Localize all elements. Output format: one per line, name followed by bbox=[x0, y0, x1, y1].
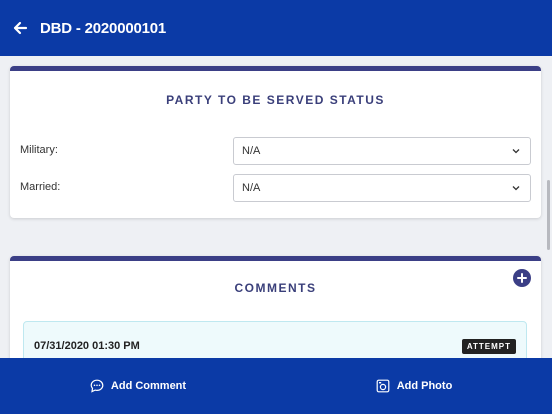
comment-item[interactable]: 07/31/2020 01:30 PM ATTEMPT bbox=[23, 321, 527, 358]
page-title: DBD - 2020000101 bbox=[40, 19, 167, 37]
chevron-down-icon bbox=[512, 186, 520, 191]
add-comment-button[interactable]: Add Comment bbox=[0, 358, 276, 414]
comments-card: COMMENTS 07/31/2020 01:30 PM ATTEMPT bbox=[10, 256, 541, 358]
party-status-card: PARTY TO BE SERVED STATUS Military: N/A … bbox=[10, 66, 541, 218]
app-bar: DBD - 2020000101 bbox=[0, 0, 552, 56]
military-label: Military: bbox=[20, 144, 58, 156]
camera-icon bbox=[376, 379, 390, 393]
status-badge: ATTEMPT bbox=[461, 339, 516, 354]
comment-datetime: 07/31/2020 01:30 PM bbox=[34, 340, 140, 352]
chevron-down-icon bbox=[512, 149, 520, 154]
military-value: N/A bbox=[242, 145, 261, 157]
married-label: Married: bbox=[20, 181, 61, 193]
party-status-title: PARTY TO BE SERVED STATUS bbox=[166, 93, 385, 107]
add-comment-label: Add Comment bbox=[110, 380, 187, 392]
scrollbar[interactable] bbox=[547, 180, 550, 250]
comments-title: COMMENTS bbox=[234, 281, 317, 295]
add-photo-button[interactable]: Add Photo bbox=[276, 358, 552, 414]
military-row: Military: N/A bbox=[10, 137, 541, 165]
back-button[interactable] bbox=[0, 0, 40, 56]
arrow-left-icon bbox=[13, 21, 28, 35]
comment-icon bbox=[90, 379, 104, 393]
married-row: Married: N/A bbox=[10, 174, 541, 202]
bottom-bar: Add Comment Add Photo bbox=[0, 358, 552, 414]
add-comment-plus-button[interactable] bbox=[513, 269, 531, 287]
add-photo-label: Add Photo bbox=[396, 380, 453, 392]
plus-icon bbox=[517, 273, 527, 283]
military-select[interactable]: N/A bbox=[233, 137, 531, 165]
scroll-content[interactable]: PARTY TO BE SERVED STATUS Military: N/A … bbox=[0, 56, 552, 358]
married-select[interactable]: N/A bbox=[233, 174, 531, 202]
married-value: N/A bbox=[242, 182, 261, 194]
